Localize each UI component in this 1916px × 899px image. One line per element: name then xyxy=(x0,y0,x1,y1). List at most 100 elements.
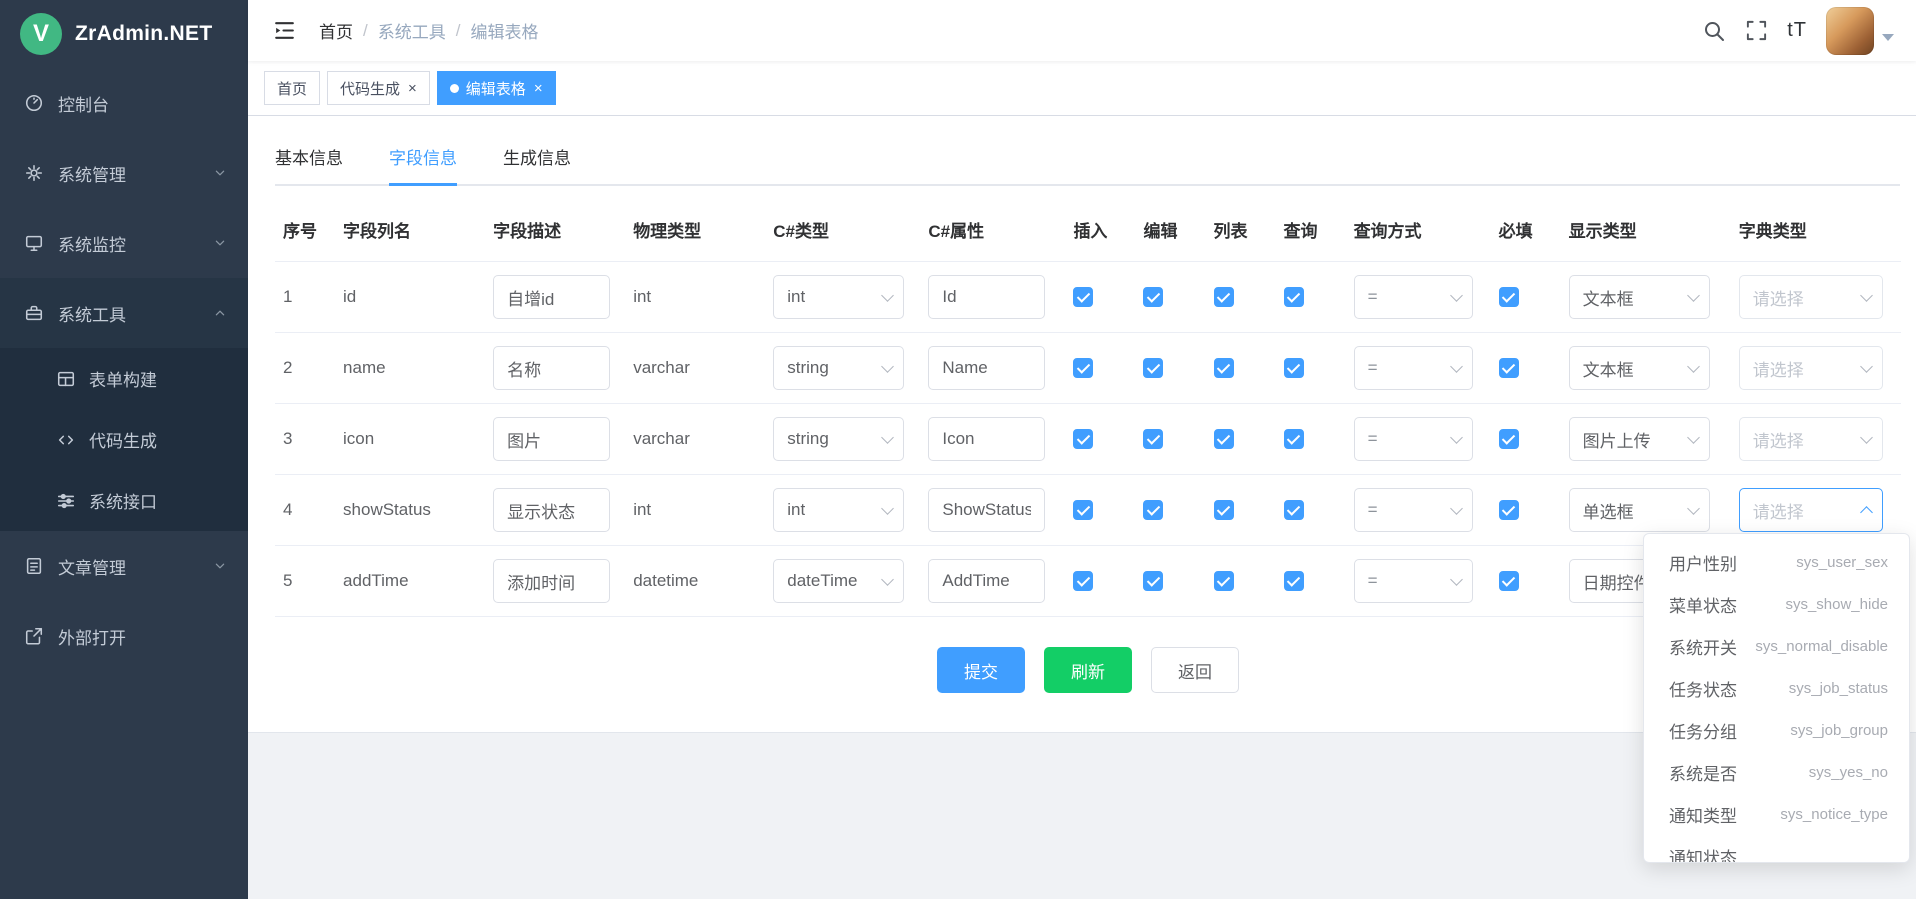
query-checkbox[interactable] xyxy=(1284,571,1304,591)
query-checkbox[interactable] xyxy=(1284,429,1304,449)
list-checkbox[interactable] xyxy=(1214,287,1234,307)
csharp-property-input[interactable] xyxy=(928,488,1045,532)
insert-checkbox[interactable] xyxy=(1073,358,1093,378)
edit-checkbox[interactable] xyxy=(1143,358,1163,378)
list-checkbox[interactable] xyxy=(1214,500,1234,520)
tag-home[interactable]: 首页 xyxy=(264,71,320,105)
breadcrumb-separator: / xyxy=(456,21,461,41)
dict-option[interactable]: 通知类型 sys_notice_type xyxy=(1644,793,1909,835)
query-checkbox[interactable] xyxy=(1284,358,1304,378)
required-checkbox[interactable] xyxy=(1499,571,1519,591)
description-input[interactable] xyxy=(493,275,610,319)
sidebar-item-form-build[interactable]: 表单构建 xyxy=(0,348,248,409)
display-type-select[interactable]: 文本框 xyxy=(1569,346,1710,390)
tag-code-gen[interactable]: 代码生成 × xyxy=(327,71,430,105)
edit-checkbox[interactable] xyxy=(1143,571,1163,591)
csharp-type-select[interactable]: string xyxy=(773,417,904,461)
monitor-icon xyxy=(24,233,44,253)
query-mode-select[interactable]: = xyxy=(1354,488,1473,532)
dict-option[interactable]: 任务分组 sys_job_group xyxy=(1644,709,1909,751)
sidebar-item-external-open[interactable]: 外部打开 xyxy=(0,601,248,671)
insert-checkbox[interactable] xyxy=(1073,500,1093,520)
query-mode-select[interactable]: = xyxy=(1354,417,1473,461)
csharp-type-select[interactable]: int xyxy=(773,488,904,532)
row-index: 2 xyxy=(275,333,335,404)
col-header: 字段列名 xyxy=(335,198,485,262)
refresh-button[interactable]: 刷新 xyxy=(1044,647,1132,693)
tags-view-bar: 首页 代码生成 × 编辑表格 × xyxy=(248,61,1916,116)
sidebar-item-system-tools[interactable]: 系统工具 xyxy=(0,278,248,348)
dict-option[interactable]: 通知状态 xyxy=(1644,835,1909,863)
description-input[interactable] xyxy=(493,559,610,603)
insert-checkbox[interactable] xyxy=(1073,429,1093,449)
sidebar-item-system-manage[interactable]: 系统管理 xyxy=(0,138,248,208)
tab-field-info[interactable]: 字段信息 xyxy=(389,134,457,184)
display-type-select[interactable]: 图片上传 xyxy=(1569,417,1710,461)
dict-type-select[interactable]: 请选择 xyxy=(1739,488,1883,532)
table-row: 3 icon varchar string xyxy=(275,404,1901,475)
font-size-icon[interactable]: tT xyxy=(1787,19,1807,42)
list-checkbox[interactable] xyxy=(1214,358,1234,378)
submit-button[interactable]: 提交 xyxy=(937,647,1025,693)
close-icon[interactable]: × xyxy=(534,81,543,96)
required-checkbox[interactable] xyxy=(1499,287,1519,307)
required-checkbox[interactable] xyxy=(1499,500,1519,520)
insert-checkbox[interactable] xyxy=(1073,571,1093,591)
description-input[interactable] xyxy=(493,417,610,461)
sidebar-item-code-gen[interactable]: 代码生成 xyxy=(0,409,248,470)
dict-type-select[interactable]: 请选择 xyxy=(1739,346,1883,390)
row-index: 1 xyxy=(275,262,335,333)
sidebar-item-system-api[interactable]: 系统接口 xyxy=(0,470,248,531)
user-menu[interactable] xyxy=(1826,7,1894,55)
query-checkbox[interactable] xyxy=(1284,287,1304,307)
dict-option[interactable]: 系统开关 sys_normal_disable xyxy=(1644,625,1909,667)
list-checkbox[interactable] xyxy=(1214,571,1234,591)
edit-checkbox[interactable] xyxy=(1143,287,1163,307)
fullscreen-icon[interactable] xyxy=(1745,19,1768,42)
tag-edit-table[interactable]: 编辑表格 × xyxy=(437,71,556,105)
back-button[interactable]: 返回 xyxy=(1151,647,1239,693)
edit-checkbox[interactable] xyxy=(1143,429,1163,449)
breadcrumb-home[interactable]: 首页 xyxy=(319,18,353,43)
insert-checkbox[interactable] xyxy=(1073,287,1093,307)
tab-gen-info[interactable]: 生成信息 xyxy=(503,134,571,184)
csharp-property-input[interactable] xyxy=(928,559,1045,603)
csharp-type-select[interactable]: int xyxy=(773,275,904,319)
csharp-type-select[interactable]: string xyxy=(773,346,904,390)
avatar[interactable] xyxy=(1826,7,1874,55)
edit-checkbox[interactable] xyxy=(1143,500,1163,520)
query-mode-select[interactable]: = xyxy=(1354,559,1473,603)
csharp-property-input[interactable] xyxy=(928,346,1045,390)
list-checkbox[interactable] xyxy=(1214,429,1234,449)
dict-type-select[interactable]: 请选择 xyxy=(1739,275,1883,319)
tab-basic-info[interactable]: 基本信息 xyxy=(275,134,343,184)
close-icon[interactable]: × xyxy=(408,81,417,96)
dict-option[interactable]: 菜单状态 sys_show_hide xyxy=(1644,583,1909,625)
dict-option[interactable]: 任务状态 sys_job_status xyxy=(1644,667,1909,709)
description-input[interactable] xyxy=(493,346,610,390)
sidebar-item-system-monitor[interactable]: 系统监控 xyxy=(0,208,248,278)
query-mode-select[interactable]: = xyxy=(1354,275,1473,319)
query-mode-select[interactable]: = xyxy=(1354,346,1473,390)
chevron-down-icon xyxy=(881,431,894,444)
csharp-property-input[interactable] xyxy=(928,275,1045,319)
sidebar-item-dashboard[interactable]: 控制台 xyxy=(0,68,248,138)
query-checkbox[interactable] xyxy=(1284,500,1304,520)
sidebar-fold-icon[interactable] xyxy=(272,18,297,43)
chevron-down-icon xyxy=(1860,506,1873,519)
search-icon[interactable] xyxy=(1702,19,1726,43)
csharp-property-input[interactable] xyxy=(928,417,1045,461)
required-checkbox[interactable] xyxy=(1499,358,1519,378)
display-type-select[interactable]: 单选框 xyxy=(1569,488,1710,532)
dict-option[interactable]: 系统是否 sys_yes_no xyxy=(1644,751,1909,793)
table-row: 2 name varchar string xyxy=(275,333,1901,404)
description-input[interactable] xyxy=(493,488,610,532)
chevron-down-icon xyxy=(1687,360,1700,373)
dict-option[interactable]: 用户性别 sys_user_sex xyxy=(1644,541,1909,583)
csharp-type-select[interactable]: dateTime xyxy=(773,559,904,603)
sidebar-item-article-manage[interactable]: 文章管理 xyxy=(0,531,248,601)
breadcrumb-current: 编辑表格 xyxy=(470,18,538,43)
display-type-select[interactable]: 文本框 xyxy=(1569,275,1710,319)
required-checkbox[interactable] xyxy=(1499,429,1519,449)
dict-type-select[interactable]: 请选择 xyxy=(1739,417,1883,461)
